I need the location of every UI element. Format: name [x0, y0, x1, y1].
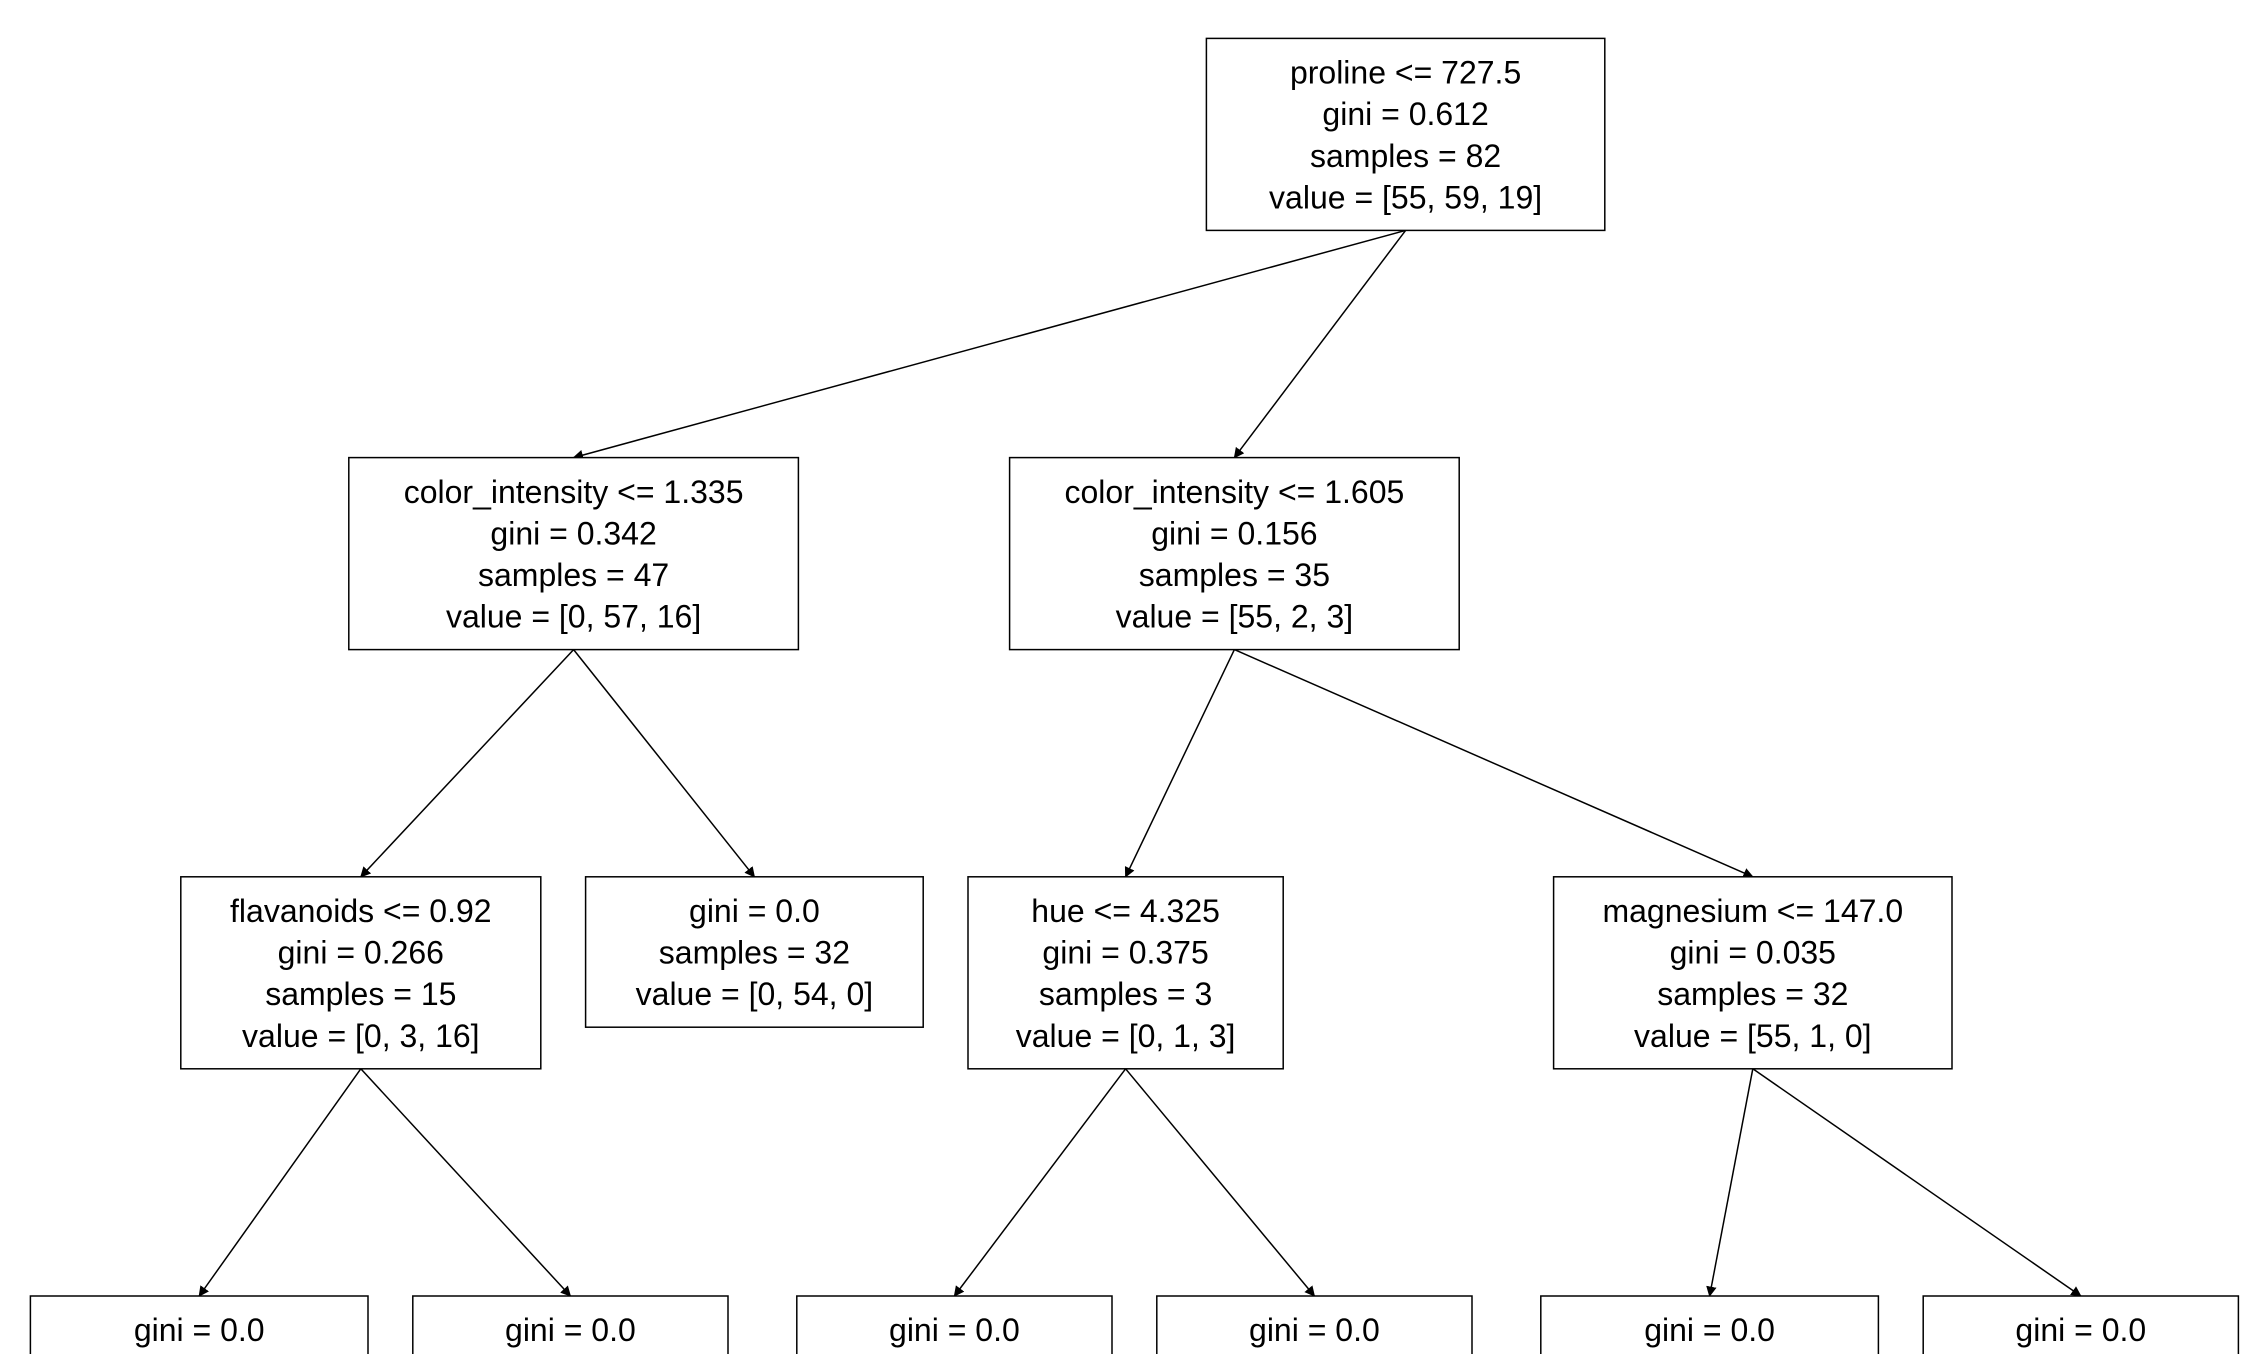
tree-node-line: value = [55, 2, 3]	[1116, 599, 1354, 635]
tree-node: proline <= 727.5 gini = 0.612 samples = 82…	[1206, 38, 1604, 230]
tree-edge	[954, 1069, 1125, 1296]
tree-node-line: gini = 0.266	[278, 935, 444, 971]
tree-node-line: value = [0, 54, 0]	[636, 976, 874, 1012]
tree-node-line: gini = 0.342	[490, 515, 656, 551]
tree-node-line: samples = 82	[1310, 138, 1501, 174]
tree-node-line: color_intensity <= 1.605	[1065, 474, 1405, 510]
tree-node-line: gini = 0.0	[505, 1312, 636, 1348]
tree-node: gini = 0.0samples = 13value = [0, 0, 16]	[30, 1296, 368, 1354]
tree-node-line: hue <= 4.325	[1031, 893, 1220, 929]
tree-node: gini = 0.0samples = 1value = [0, 1, 0]	[797, 1296, 1112, 1354]
tree-node-line: gini = 0.375	[1042, 935, 1208, 971]
tree-node: color_intensity <= 1.605 gini = 0.156 samp…	[1010, 458, 1460, 650]
tree-node-line: samples = 3	[1039, 976, 1212, 1012]
tree-node-line: gini = 0.0	[134, 1312, 265, 1348]
tree-edge	[1234, 650, 1752, 877]
tree-node-line: gini = 0.0	[889, 1312, 1020, 1348]
tree-edge	[574, 230, 1406, 457]
tree-node-line: gini = 0.0	[1644, 1312, 1775, 1348]
tree-node: magnesium <= 147.0 gini = 0.035 samples = …	[1554, 877, 1952, 1069]
tree-node: hue <= 4.325 gini = 0.375 samples = 3 value…	[968, 877, 1283, 1069]
tree-node-line: value = [55, 59, 19]	[1269, 179, 1542, 215]
tree-node-line: gini = 0.0	[689, 893, 820, 929]
tree-node: gini = 0.0samples = 2value = [0, 0, 3]	[1157, 1296, 1472, 1354]
tree-node-line: flavanoids <= 0.92	[230, 893, 492, 929]
tree-node: color_intensity <= 1.335 gini = 0.342 samp…	[349, 458, 799, 650]
tree-node-line: gini = 0.156	[1151, 515, 1317, 551]
tree-edge	[574, 650, 755, 877]
tree-node-line: gini = 0.035	[1670, 935, 1836, 971]
tree-node-line: samples = 35	[1139, 557, 1330, 593]
decision-tree-diagram: proline <= 727.5 gini = 0.612 samples = 82…	[0, 0, 2265, 1354]
tree-node: gini = 0.0samples = 1value = [0, 1, 0]	[1923, 1296, 2238, 1354]
tree-node-line: magnesium <= 147.0	[1602, 893, 1903, 929]
tree-node-line: samples = 15	[265, 976, 456, 1012]
tree-node-line: samples = 32	[659, 935, 850, 971]
tree-edge	[361, 1069, 571, 1296]
tree-node-line: gini = 0.0	[2015, 1312, 2146, 1348]
tree-node-line: gini = 0.612	[1322, 96, 1488, 132]
tree-edge	[361, 650, 574, 877]
tree-node-line: value = [55, 1, 0]	[1634, 1018, 1872, 1054]
tree-edge	[1126, 1069, 1315, 1296]
tree-edge	[1234, 230, 1405, 457]
tree-node: gini = 0.0 samples = 32 value = [0, 54, 0]	[586, 877, 924, 1027]
tree-edge	[1753, 1069, 2081, 1296]
tree-node-line: value = [0, 3, 16]	[242, 1018, 480, 1054]
tree-edge	[1126, 650, 1235, 877]
tree-node-line: value = [0, 57, 16]	[446, 599, 701, 635]
tree-node-line: value = [0, 1, 3]	[1016, 1018, 1236, 1054]
tree-node: gini = 0.0samples = 2value = [0, 3, 0]	[413, 1296, 728, 1354]
tree-node-line: samples = 47	[478, 557, 669, 593]
tree-node-line: color_intensity <= 1.335	[404, 474, 744, 510]
tree-node: gini = 0.0samples = 31value = [55, 0, 0]	[1541, 1296, 1879, 1354]
tree-node: flavanoids <= 0.92 gini = 0.266 samples = …	[181, 877, 541, 1069]
tree-edge	[199, 1069, 361, 1296]
tree-node-line: gini = 0.0	[1249, 1312, 1380, 1348]
tree-node-line: proline <= 727.5	[1290, 55, 1521, 91]
tree-node-line: samples = 32	[1657, 976, 1848, 1012]
tree-edge	[1710, 1069, 1753, 1296]
